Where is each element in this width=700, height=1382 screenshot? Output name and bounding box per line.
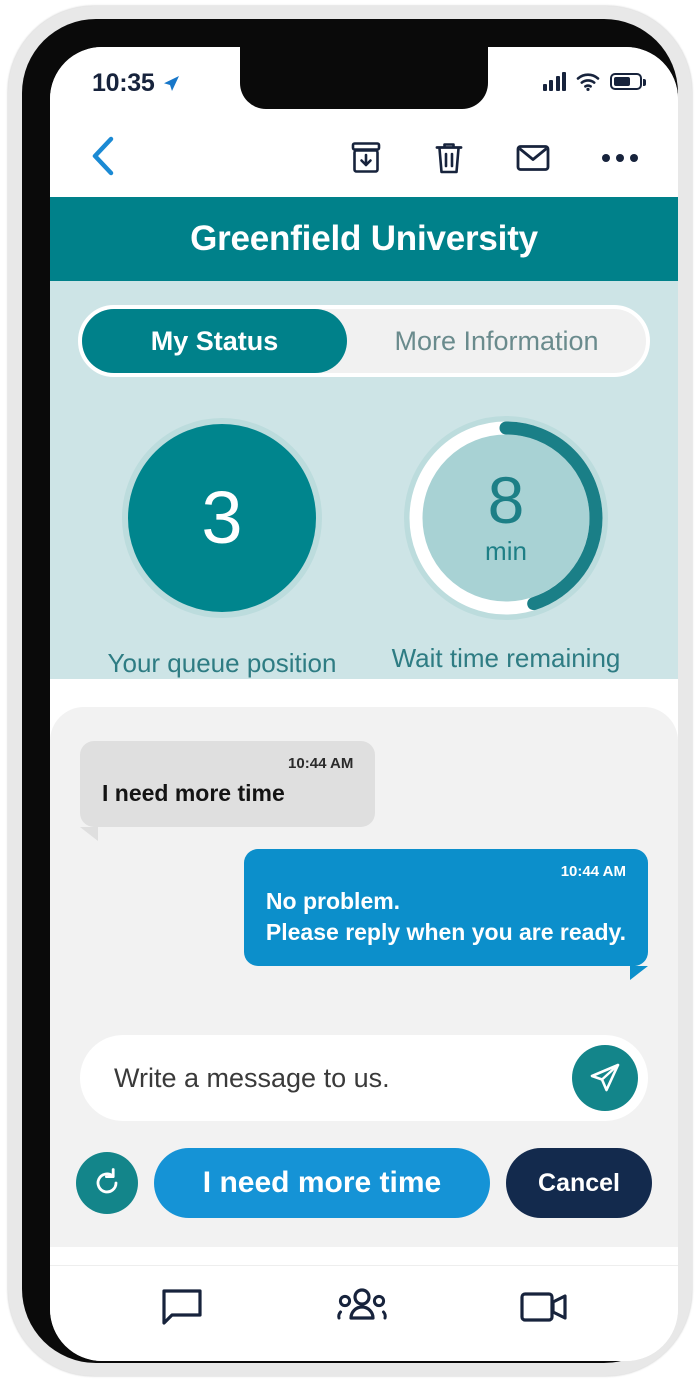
- status-bar: 10:35: [50, 47, 678, 119]
- wait-time-unit: min: [485, 535, 527, 566]
- nav-video[interactable]: [518, 1287, 570, 1327]
- queue-circle-wrap: 3: [117, 418, 327, 628]
- queue-position-value: 3: [201, 476, 243, 559]
- trash-icon: [435, 143, 463, 174]
- chat-area: 10:44 AM I need more time 10:44 AM No pr…: [50, 707, 678, 1247]
- refresh-button[interactable]: [76, 1152, 138, 1214]
- message-text: I need more time: [102, 780, 285, 806]
- wifi-icon: [576, 72, 600, 91]
- queue-position-circle: 3: [122, 418, 322, 618]
- message-row-incoming: 10:44 AM I need more time: [80, 741, 648, 842]
- metric-queue-position: 3 Your queue position: [97, 413, 347, 679]
- tab-my-status[interactable]: My Status: [82, 309, 348, 373]
- send-button[interactable]: [572, 1045, 638, 1111]
- envelope-icon: [516, 145, 550, 171]
- people-group-icon: [337, 1287, 387, 1320]
- chevron-left-icon: [92, 136, 114, 175]
- delete-button[interactable]: [434, 141, 464, 175]
- queue-position-label: Your queue position: [107, 648, 337, 678]
- wait-time-label: Wait time remaining: [391, 643, 621, 673]
- organization-header: Greenfield University: [50, 197, 678, 281]
- page-title: Greenfield University: [190, 219, 538, 258]
- metric-wait-time: 8 min Wait time remaining: [381, 413, 631, 679]
- wait-time-value: 8: [487, 463, 525, 538]
- tab-more-information-label: More Information: [394, 325, 599, 356]
- message-timestamp: 10:44 AM: [560, 863, 626, 881]
- status-time: 10:35: [92, 69, 181, 98]
- message-bubble-incoming: 10:44 AM I need more time: [80, 741, 376, 842]
- need-more-time-button[interactable]: I need more time: [154, 1148, 491, 1218]
- video-camera-icon: [520, 1291, 567, 1322]
- message-text-line1: No problem.: [265, 888, 401, 915]
- back-button[interactable]: [90, 135, 116, 182]
- phone-screen: 10:35 Greenfield University My Status Mo…: [50, 47, 678, 1361]
- quick-actions: I need more time Cancel: [76, 1147, 652, 1219]
- battery-icon: [610, 72, 646, 90]
- message-text-line2: Please reply when you are ready.: [265, 919, 626, 946]
- wait-ring-wrap: 8 min: [401, 413, 611, 623]
- wait-time-center: 8 min: [401, 413, 611, 623]
- bottom-navigation: [50, 1265, 678, 1361]
- message-row-outgoing: 10:44 AM No problem. Please reply when y…: [80, 849, 649, 981]
- tab-bar: My Status More Information: [78, 305, 650, 377]
- message-timestamp: 10:44 AM: [288, 755, 354, 772]
- nav-contacts[interactable]: [334, 1285, 390, 1329]
- notch: [240, 47, 488, 109]
- metrics-row: 3 Your queue position 8 min Wait time re…: [50, 377, 678, 679]
- tab-my-status-label: My Status: [150, 325, 279, 356]
- status-panel: My Status More Information 3 Your queue: [50, 281, 678, 679]
- status-indicators: [542, 71, 646, 91]
- send-paper-plane-icon: [590, 1063, 620, 1092]
- mail-button[interactable]: [516, 144, 550, 172]
- cancel-button[interactable]: Cancel: [506, 1148, 652, 1218]
- status-time-label: 10:35: [92, 69, 155, 97]
- refresh-icon: [96, 1168, 118, 1194]
- message-bubble-outgoing: 10:44 AM No problem. Please reply when y…: [243, 849, 649, 981]
- phone-frame: 10:35 Greenfield University My Status Mo…: [8, 6, 692, 1376]
- phone-bezel: 10:35 Greenfield University My Status Mo…: [22, 19, 678, 1363]
- mail-toolbar: [50, 119, 678, 197]
- chat-bubble-icon: [162, 1288, 202, 1325]
- message-input[interactable]: [114, 1062, 572, 1094]
- location-arrow-icon: [164, 75, 180, 91]
- message-composer: [80, 1035, 648, 1121]
- toolbar-icons: [350, 141, 638, 175]
- more-options-button[interactable]: [602, 154, 638, 162]
- nav-messages[interactable]: [158, 1285, 206, 1329]
- ellipsis-icon: [602, 154, 610, 162]
- archive-box-icon: [351, 142, 381, 173]
- cellular-signal-icon: [542, 71, 566, 91]
- tab-more-information[interactable]: More Information: [347, 309, 646, 373]
- archive-button[interactable]: [350, 141, 382, 175]
